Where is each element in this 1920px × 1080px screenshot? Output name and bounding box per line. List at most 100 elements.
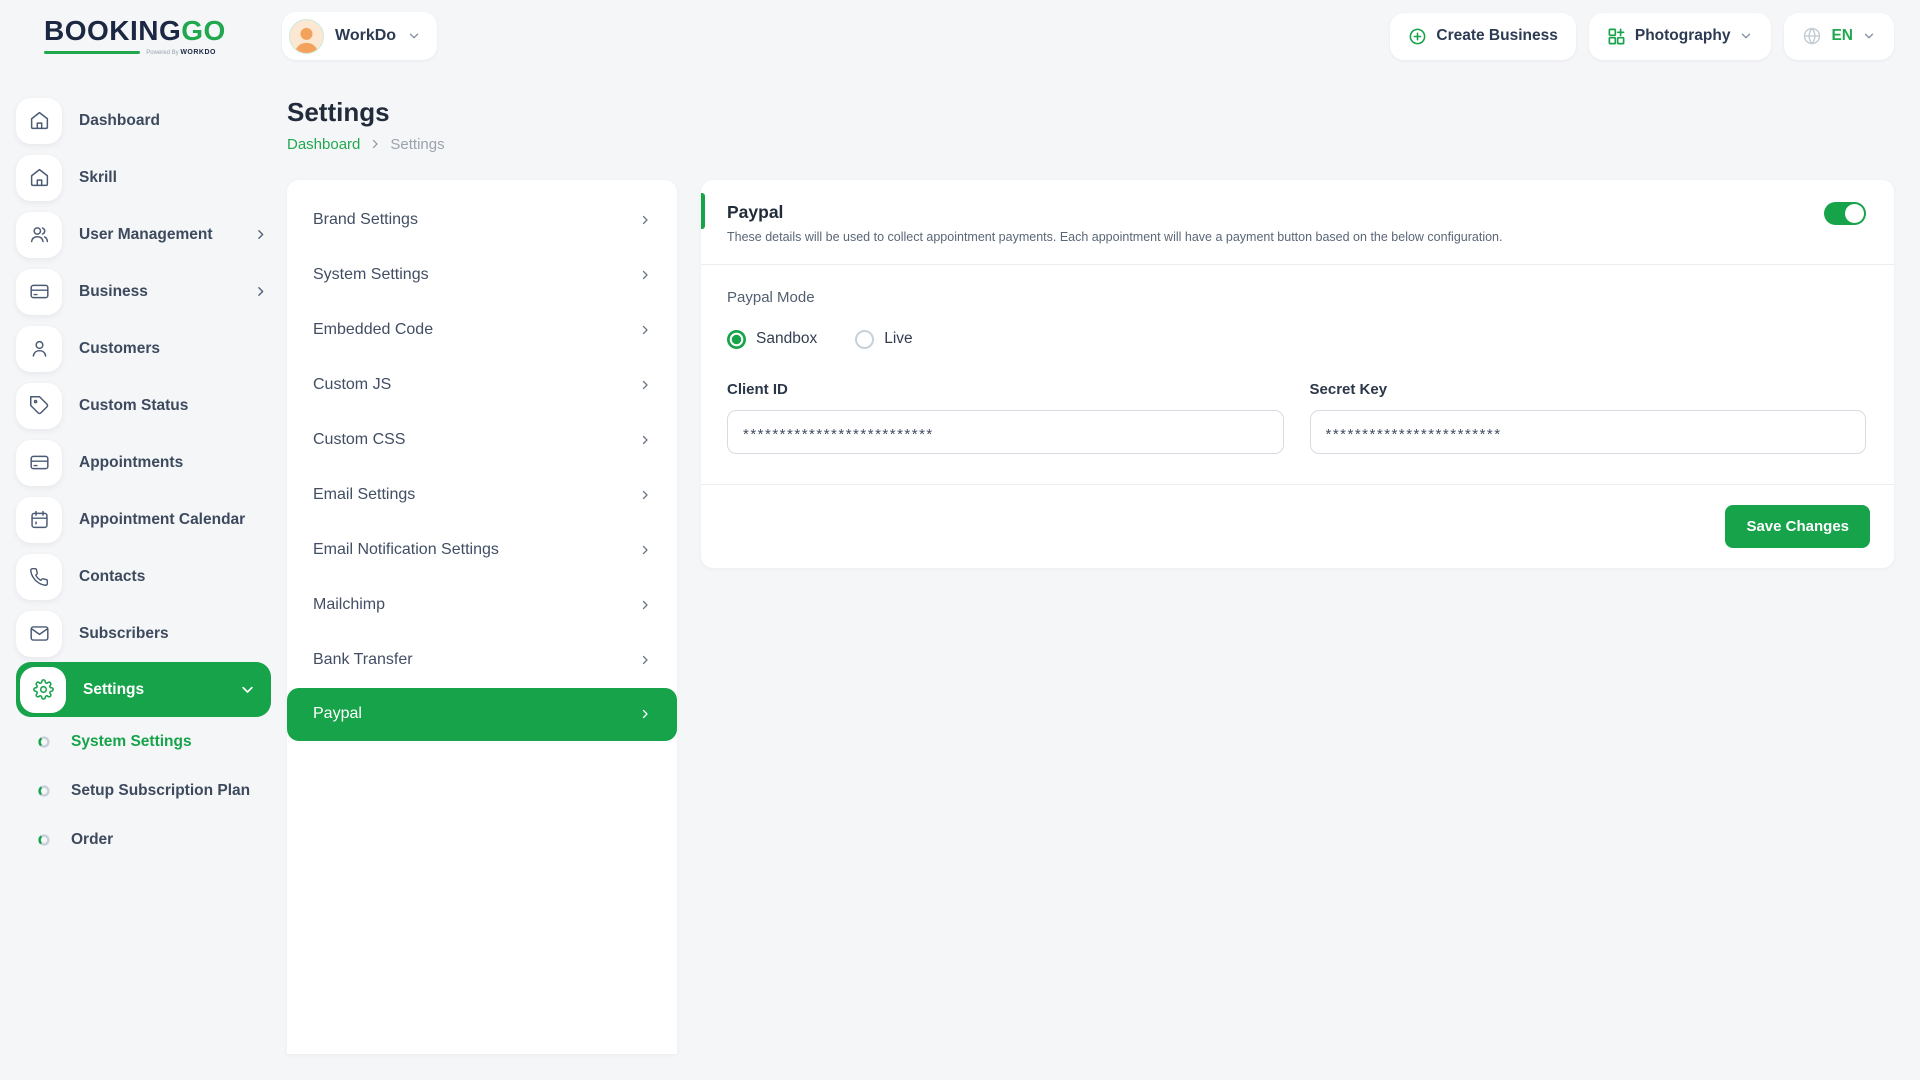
workspace-name: WorkDo: [335, 27, 396, 45]
bullet-ring-icon: [38, 834, 50, 846]
paypal-mode-label: Paypal Mode: [727, 289, 1866, 306]
logo-wordmark: BOOKINGGO: [44, 17, 216, 45]
sidebar-item-settings[interactable]: Settings: [16, 662, 271, 717]
panel-description: These details will be used to collect ap…: [727, 230, 1502, 244]
client-id-field-group: Client ID: [727, 381, 1284, 454]
radio-unchecked-icon[interactable]: [855, 330, 874, 349]
language-code: EN: [1831, 27, 1853, 45]
bullet-ring-icon: [38, 736, 50, 748]
chevron-right-icon: [639, 489, 651, 501]
credit-card-icon: [16, 269, 62, 315]
breadcrumb: Dashboard Settings: [287, 136, 1894, 153]
chevron-right-icon: [639, 379, 651, 391]
chevron-right-icon: [639, 324, 651, 336]
sidebar: Dashboard Skrill User Management Busines…: [0, 72, 287, 1054]
settings-menu-item-custom-css[interactable]: Custom CSS: [287, 413, 677, 468]
home-icon: [16, 155, 62, 201]
main-content: Settings Dashboard Settings Brand Settin…: [287, 72, 1920, 1054]
top-header: BOOKINGGO Powered By WORKDO WorkDo Creat…: [0, 0, 1920, 72]
radio-checked-icon[interactable]: [727, 330, 746, 349]
secret-key-field-group: Secret Key: [1310, 381, 1867, 454]
app-logo[interactable]: BOOKINGGO Powered By WORKDO: [44, 17, 216, 56]
header-actions: Create Business Photography EN: [1390, 13, 1894, 60]
paypal-panel-header: Paypal These details will be used to col…: [701, 180, 1894, 265]
sidebar-item-skrill[interactable]: Skrill: [0, 149, 287, 206]
chevron-right-icon: [639, 708, 651, 720]
users-icon: [16, 212, 62, 258]
sidebar-item-customers[interactable]: Customers: [0, 320, 287, 377]
chevron-down-icon: [1739, 29, 1753, 43]
business-selector-dropdown[interactable]: Photography: [1589, 13, 1772, 60]
chevron-right-icon: [639, 434, 651, 446]
sidebar-item-subscribers[interactable]: Subscribers: [0, 605, 287, 662]
sidebar-item-appointments[interactable]: Appointments: [0, 434, 287, 491]
mail-icon: [16, 611, 62, 657]
paypal-panel-footer: Save Changes: [701, 484, 1894, 568]
settings-menu-item-embedded-code[interactable]: Embedded Code: [287, 303, 677, 358]
chevron-right-icon: [254, 285, 267, 298]
breadcrumb-dashboard-link[interactable]: Dashboard: [287, 136, 360, 153]
chevron-down-icon: [407, 29, 421, 43]
settings-menu-item-paypal[interactable]: Paypal: [287, 688, 677, 741]
client-id-label: Client ID: [727, 381, 1284, 398]
calendar-icon: [16, 497, 62, 543]
credentials-fields: Client ID Secret Key: [727, 381, 1866, 454]
sidebar-subitem-system-settings[interactable]: System Settings: [0, 717, 287, 766]
settings-menu-item-custom-js[interactable]: Custom JS: [287, 358, 677, 413]
language-dropdown[interactable]: EN: [1784, 13, 1894, 60]
sidebar-item-business[interactable]: Business: [0, 263, 287, 320]
secret-key-label: Secret Key: [1310, 381, 1867, 398]
paypal-enabled-toggle[interactable]: [1824, 202, 1866, 225]
settings-menu-card: Brand Settings System Settings Embedded …: [287, 180, 677, 1054]
paypal-panel-body: Paypal Mode Sandbox Live Cli: [701, 265, 1894, 484]
settings-menu-item-brand-settings[interactable]: Brand Settings: [287, 193, 677, 248]
chevron-right-icon: [639, 654, 651, 666]
bullet-ring-icon: [38, 785, 50, 797]
chevron-right-icon: [369, 138, 381, 150]
logo-tagline: Powered By WORKDO: [44, 49, 216, 56]
grid-plus-icon: [1607, 27, 1626, 46]
radio-option-live[interactable]: Live: [855, 330, 912, 349]
sidebar-item-dashboard[interactable]: Dashboard: [0, 92, 287, 149]
sidebar-item-contacts[interactable]: Contacts: [0, 548, 287, 605]
save-changes-button[interactable]: Save Changes: [1725, 505, 1870, 548]
gear-icon: [20, 667, 66, 713]
settings-menu-item-email-notification-settings[interactable]: Email Notification Settings: [287, 523, 677, 578]
chevron-down-icon: [240, 682, 255, 697]
home-icon: [16, 98, 62, 144]
logo-underline: [44, 51, 140, 54]
plus-circle-icon: [1408, 27, 1427, 46]
create-business-button[interactable]: Create Business: [1390, 13, 1575, 60]
chevron-right-icon: [254, 228, 267, 241]
settings-menu-item-mailchimp[interactable]: Mailchimp: [287, 578, 677, 633]
user-icon: [16, 326, 62, 372]
sidebar-item-custom-status[interactable]: Custom Status: [0, 377, 287, 434]
sidebar-subitem-setup-subscription-plan[interactable]: Setup Subscription Plan: [0, 766, 287, 815]
chevron-right-icon: [639, 544, 651, 556]
radio-option-sandbox[interactable]: Sandbox: [727, 330, 817, 349]
secret-key-input[interactable]: [1310, 410, 1867, 454]
globe-icon: [1802, 26, 1822, 46]
chevron-right-icon: [639, 599, 651, 611]
breadcrumb-current: Settings: [390, 136, 444, 153]
sidebar-subitem-order[interactable]: Order: [0, 815, 287, 864]
settings-menu-item-bank-transfer[interactable]: Bank Transfer: [287, 633, 677, 688]
panel-title: Paypal: [727, 202, 1502, 223]
panel-accent-bar: [701, 193, 705, 229]
page-title: Settings: [287, 98, 1894, 128]
sidebar-item-user-management[interactable]: User Management: [0, 206, 287, 263]
sidebar-item-appointment-calendar[interactable]: Appointment Calendar: [0, 491, 287, 548]
workspace-dropdown[interactable]: WorkDo: [282, 12, 437, 60]
chevron-right-icon: [639, 214, 651, 226]
settings-menu-item-system-settings[interactable]: System Settings: [287, 248, 677, 303]
tag-icon: [16, 383, 62, 429]
toggle-knob: [1845, 204, 1864, 223]
avatar: [289, 19, 324, 54]
credit-card-icon: [16, 440, 62, 486]
phone-icon: [16, 554, 62, 600]
paypal-mode-options: Sandbox Live: [727, 330, 1866, 349]
client-id-input[interactable]: [727, 410, 1284, 454]
chevron-right-icon: [639, 269, 651, 281]
paypal-panel: Paypal These details will be used to col…: [701, 180, 1894, 568]
settings-menu-item-email-settings[interactable]: Email Settings: [287, 468, 677, 523]
